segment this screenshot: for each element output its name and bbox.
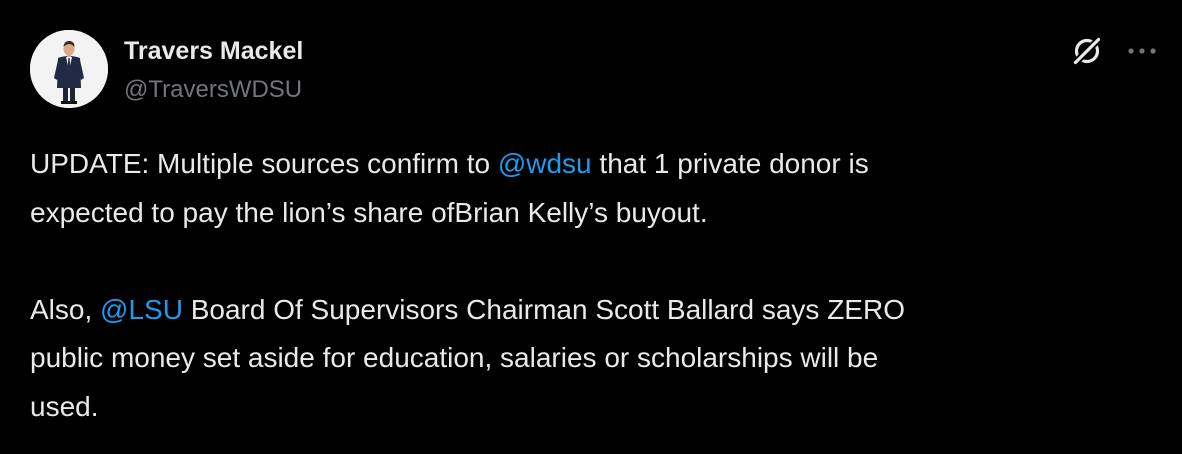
text-segment: used.	[30, 390, 99, 422]
tweet-text: UPDATE: Multiple sources confirm to @wds…	[30, 140, 1150, 431]
mention-link-wdsu[interactable]: @wdsu	[498, 148, 592, 179]
grok-icon[interactable]	[1069, 33, 1105, 69]
text-segment: UPDATE: Multiple sources confirm to	[30, 148, 498, 179]
text-segment: expected to pay the lion’s share ofBrian…	[30, 196, 708, 228]
text-segment: Also,	[30, 293, 101, 325]
more-options-icon[interactable]	[1124, 36, 1160, 66]
tweet-card: Travers Mackel @TraversWDSU UPDATE: Mult…	[0, 0, 1182, 454]
text-segment: that 1 private donor is	[591, 148, 869, 179]
text-segment: Board Of Supervisors Chairman Scott Ball…	[182, 293, 905, 325]
mention-link-lsu[interactable]: @LSU	[100, 294, 183, 325]
text-segment: public money set aside for education, sa…	[30, 342, 879, 373]
tweet-paragraph-2: Also, @LSU Board Of Supervisors Chairman…	[30, 286, 1150, 432]
tweet-paragraph-1: UPDATE: Multiple sources confirm to @wds…	[30, 140, 1150, 237]
author-handle[interactable]: @TraversWDSU	[124, 75, 302, 105]
author-name[interactable]: Travers Mackel	[124, 36, 303, 66]
avatar[interactable]	[30, 30, 108, 108]
